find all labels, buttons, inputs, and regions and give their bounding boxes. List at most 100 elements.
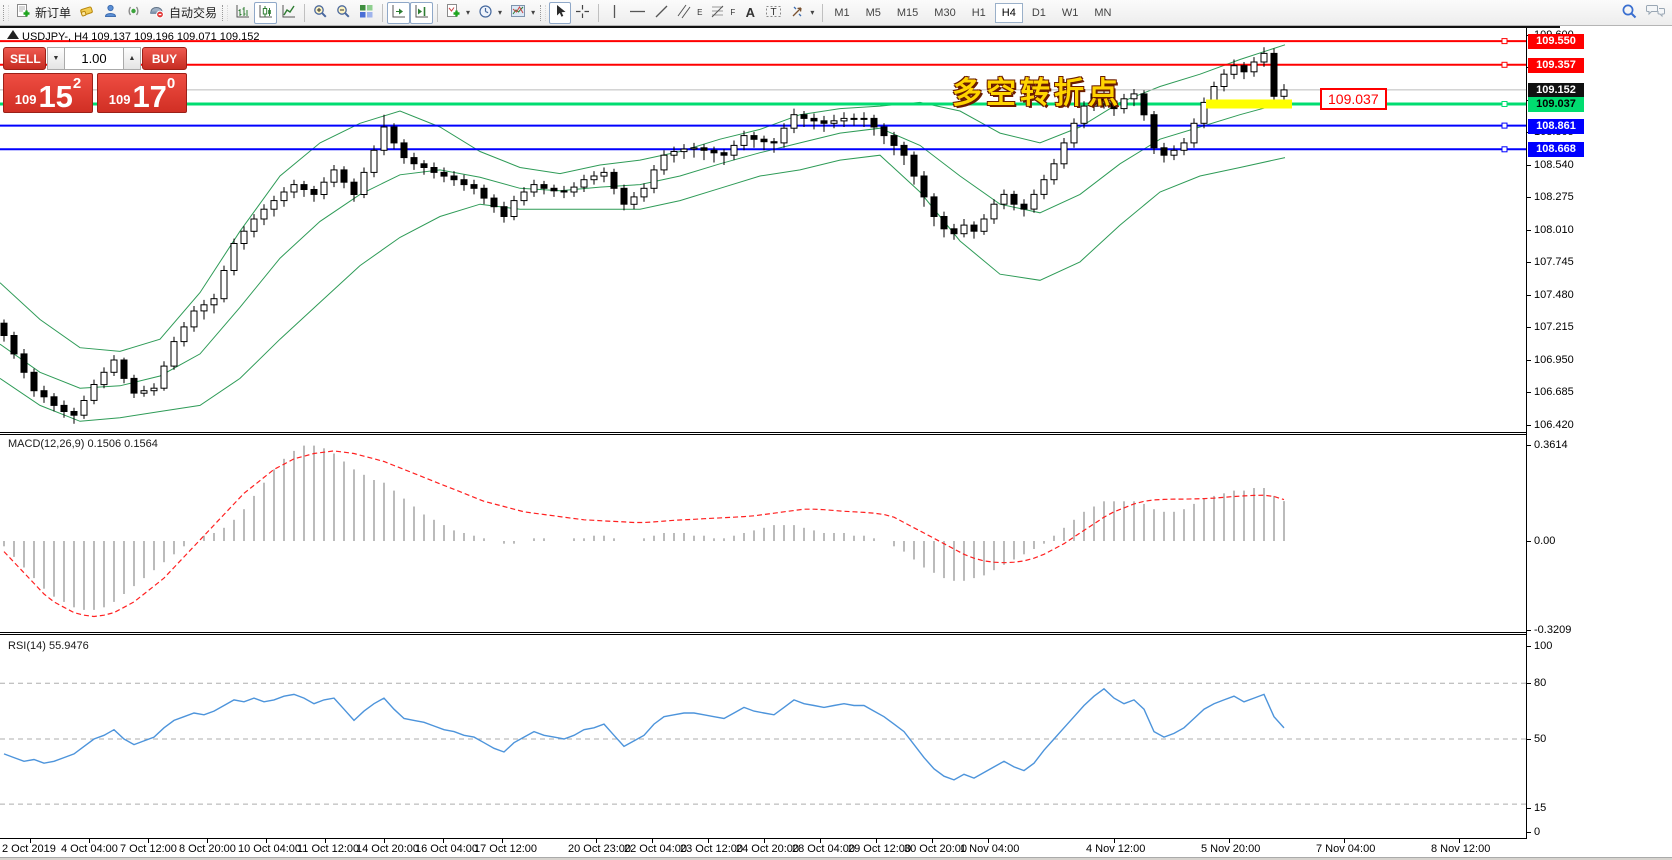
price-tick — [1526, 425, 1531, 426]
timeframe-h4-button[interactable]: H4 — [995, 3, 1023, 23]
sell-price-point: 2 — [73, 75, 81, 92]
metaeditor-button[interactable] — [75, 2, 99, 24]
arrows-tool-button[interactable]: ▾ — [786, 2, 818, 24]
rsi-tick — [1526, 808, 1531, 809]
add-indicator-button[interactable]: ▾ — [442, 2, 474, 24]
text-label-tool-button[interactable]: T — [761, 2, 786, 24]
new-order-button[interactable]: 新订单 — [12, 2, 75, 24]
timeframe-m15-button[interactable]: M15 — [890, 3, 925, 23]
rsi-tick — [1526, 739, 1531, 740]
rsi-label: RSI(14) 55.9476 — [8, 640, 89, 652]
community-icon — [103, 4, 118, 21]
pane-separator[interactable] — [0, 634, 1526, 635]
toolbar-drag-handle[interactable] — [3, 5, 9, 21]
equidistant-channel-icon — [677, 4, 693, 22]
community-button[interactable] — [99, 2, 122, 24]
time-tick-label: 24 Oct 20:00 — [736, 843, 799, 855]
cursor-tool-button[interactable] — [549, 2, 571, 24]
bar-chart-mode-button[interactable] — [231, 2, 254, 24]
one-click-toggle-icon[interactable] — [7, 30, 19, 39]
new-order-icon — [16, 4, 31, 22]
macd-tick — [1526, 445, 1531, 446]
price-tick-label: 106.950 — [1534, 354, 1574, 366]
price-tick — [1526, 392, 1531, 393]
line-chart-mode-button[interactable] — [277, 2, 300, 24]
sell-price-display[interactable]: 109152 — [3, 73, 93, 113]
chart-shift-icon — [414, 4, 429, 22]
search-icon[interactable] — [1621, 3, 1638, 23]
signals-button[interactable] — [122, 2, 145, 24]
price-tick — [1526, 165, 1531, 166]
pane-separator[interactable] — [0, 434, 1526, 435]
add-indicator-icon — [446, 4, 461, 22]
price-chart-pane[interactable] — [0, 28, 1526, 432]
rsi-tick-label: 50 — [1534, 733, 1546, 745]
bollinger-middle-band — [0, 102, 1285, 388]
time-tick-label: 20 Oct 23:00 — [568, 843, 631, 855]
templates-button[interactable]: ▾ — [506, 2, 539, 24]
crosshair-tool-button[interactable] — [571, 2, 594, 24]
sell-button[interactable]: SELL — [3, 47, 46, 70]
price-tick — [1526, 327, 1531, 328]
price-tick — [1526, 262, 1531, 263]
text-tool-button[interactable]: A — [739, 2, 761, 24]
signals-icon — [126, 4, 141, 21]
price-tick-label: 107.480 — [1534, 289, 1574, 301]
candlestick-mode-button[interactable] — [254, 2, 277, 24]
time-tick-label: 17 Oct 12:00 — [474, 843, 537, 855]
zoom-out-button[interactable] — [332, 2, 355, 24]
zoom-out-icon — [336, 4, 351, 22]
buy-button[interactable]: BUY — [142, 47, 187, 70]
volume-increase-button[interactable]: ▲ — [123, 47, 141, 70]
fibonacci-tool-button[interactable]: F — [706, 2, 739, 24]
chart-title: USDJPY-, H4 109.137 109.196 109.071 109.… — [22, 31, 260, 43]
horizontal-line-icon — [629, 5, 646, 21]
vertical-line-icon — [608, 4, 621, 22]
timeframe-d1-button[interactable]: D1 — [1025, 3, 1053, 23]
tile-windows-button[interactable] — [355, 2, 378, 24]
auto-scroll-button[interactable] — [387, 2, 410, 24]
buy-price-display[interactable]: 109170 — [97, 73, 187, 113]
timeframe-m1-button[interactable]: M1 — [827, 3, 856, 23]
horizontal-line-tool-button[interactable] — [625, 2, 650, 24]
autotrade-label: 自动交易 — [169, 4, 217, 21]
timeframe-group: M1M5M15M30H1H4D1W1MN — [827, 3, 1118, 23]
channel-tool-button[interactable]: E — [673, 2, 706, 24]
time-tick-label: 23 Oct 12:00 — [680, 843, 743, 855]
rsi-tick-label: 80 — [1534, 677, 1546, 689]
auto-scroll-icon — [391, 4, 406, 22]
autotrade-button[interactable]: 自动交易 — [145, 2, 221, 24]
volume-input[interactable] — [65, 47, 123, 70]
pane-separator[interactable] — [0, 432, 1526, 433]
arrows-icon — [790, 4, 805, 22]
rsi-tick-label: 100 — [1534, 640, 1552, 652]
chat-icon[interactable] — [1646, 3, 1666, 22]
time-tick-label: 7 Oct 12:00 — [120, 843, 177, 855]
macd-label: MACD(12,26,9) 0.1506 0.1564 — [8, 438, 158, 450]
timeframe-w1-button[interactable]: W1 — [1055, 3, 1086, 23]
macd-signal-line — [4, 451, 1284, 617]
new-order-label: 新订单 — [35, 4, 71, 21]
price-tick-label: 107.745 — [1534, 256, 1574, 268]
price-level-tag[interactable]: 109.037 — [1320, 88, 1387, 110]
time-tick-label: 10 Oct 04:00 — [238, 843, 301, 855]
chart-shift-button[interactable] — [410, 2, 433, 24]
macd-pane[interactable] — [0, 436, 1526, 632]
rsi-pane[interactable] — [0, 636, 1526, 836]
vertical-line-tool-button[interactable] — [603, 2, 625, 24]
timeframe-m5-button[interactable]: M5 — [859, 3, 888, 23]
volume-decrease-button[interactable]: ▼ — [47, 47, 65, 70]
crosshair-icon — [575, 4, 590, 22]
chart-annotation-text[interactable]: 多空转折点 — [952, 68, 1122, 112]
trendline-tool-button[interactable] — [650, 2, 673, 24]
pane-separator[interactable] — [0, 632, 1526, 633]
time-tick-label: 8 Oct 20:00 — [179, 843, 236, 855]
trendline-icon — [654, 4, 669, 22]
metaeditor-icon — [79, 4, 95, 21]
periods-button[interactable]: ▾ — [474, 2, 506, 24]
timeframe-mn-button[interactable]: MN — [1087, 3, 1118, 23]
timeframe-h1-button[interactable]: H1 — [965, 3, 993, 23]
line-chart-icon — [281, 4, 296, 22]
zoom-in-button[interactable] — [309, 2, 332, 24]
timeframe-m30-button[interactable]: M30 — [927, 3, 962, 23]
